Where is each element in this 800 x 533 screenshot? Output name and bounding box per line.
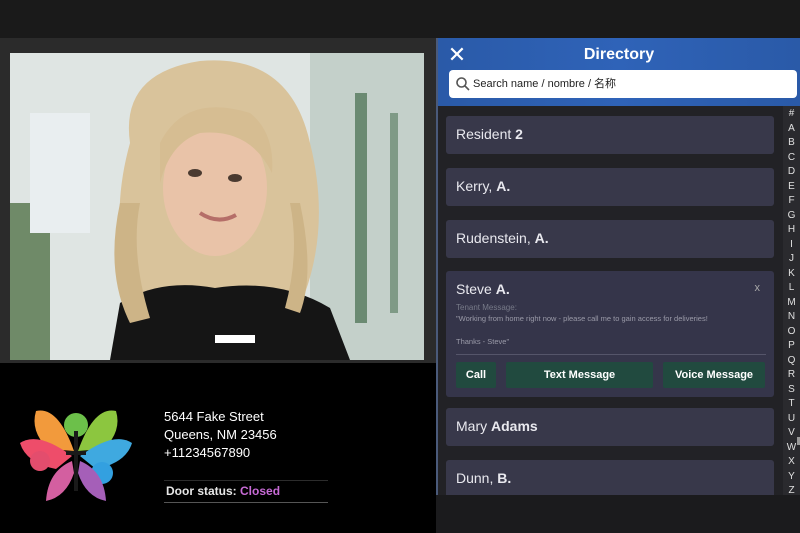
tenant-message-label: Tenant Message: — [456, 303, 517, 312]
alphabet-letter[interactable]: R — [783, 369, 800, 380]
alphabet-letter[interactable]: U — [783, 413, 800, 424]
alphabet-letter[interactable]: N — [783, 311, 800, 322]
tenant-message: "Working from home right now - please ca… — [456, 314, 708, 323]
directory-list: Resident 2 Kerry, A. Rudenstein, A. Stev… — [438, 106, 783, 495]
alphabet-letter[interactable]: E — [783, 181, 800, 192]
alphabet-letter[interactable]: T — [783, 398, 800, 409]
entry-name: Mary Adams — [456, 418, 538, 434]
door-status-label: Door status: — [166, 484, 237, 498]
footer-bar — [436, 495, 800, 533]
building-address: 5644 Fake Street Queens, NM 23456 +11234… — [164, 408, 277, 462]
search-input[interactable] — [473, 73, 791, 95]
alphabet-letter[interactable]: M — [783, 297, 800, 308]
alphabet-letter[interactable]: P — [783, 340, 800, 351]
alphabet-letter[interactable]: J — [783, 253, 800, 264]
alphabet-letter[interactable]: Q — [783, 355, 800, 366]
visitor-image — [10, 53, 424, 360]
alphabet-letter[interactable]: B — [783, 137, 800, 148]
alphabet-letter[interactable]: # — [783, 108, 800, 119]
directory-entry[interactable]: Kerry, A. — [446, 168, 774, 206]
collapse-entry-button[interactable]: x — [755, 282, 761, 294]
tenant-message-signature: Thanks - Steve" — [456, 337, 510, 346]
alphabet-letter[interactable]: A — [783, 123, 800, 134]
alphabet-letter[interactable]: K — [783, 268, 800, 279]
directory-entry-expanded[interactable]: Steve A. x Tenant Message: "Working from… — [446, 271, 774, 397]
voice-message-button[interactable]: Voice Message — [663, 362, 765, 388]
alphabet-letter[interactable]: C — [783, 152, 800, 163]
door-status: Door status: Closed — [164, 480, 328, 503]
building-info-panel: 5644 Fake Street Queens, NM 23456 +11234… — [0, 363, 436, 533]
alphabet-letter[interactable]: I — [783, 239, 800, 250]
alphabet-letter[interactable]: Y — [783, 471, 800, 482]
alphabet-letter[interactable]: F — [783, 195, 800, 206]
alphabet-letter[interactable]: O — [783, 326, 800, 337]
phone-number: +11234567890 — [164, 445, 251, 460]
search-icon — [456, 77, 470, 91]
text-message-button[interactable]: Text Message — [506, 362, 653, 388]
directory-panel: ✕ Directory Resident 2 Kerry, A. Rudenst… — [438, 38, 800, 495]
door-status-value: Closed — [240, 484, 281, 498]
entry-name: Steve A. — [456, 281, 510, 297]
entry-name: Resident 2 — [456, 126, 523, 142]
entry-name: Kerry, A. — [456, 178, 511, 194]
address-line-1: 5644 Fake Street — [164, 409, 264, 424]
alphabet-letter[interactable]: S — [783, 384, 800, 395]
video-frame — [0, 38, 436, 363]
directory-title: Directory — [583, 46, 655, 63]
entry-divider — [456, 354, 766, 355]
directory-entry[interactable]: Rudenstein, A. — [446, 220, 774, 258]
alphabet-letter[interactable]: Z — [783, 485, 800, 495]
call-button[interactable]: Call — [456, 362, 496, 388]
search-box[interactable] — [449, 70, 797, 98]
top-bar — [0, 0, 800, 38]
camera-panel: 5644 Fake Street Queens, NM 23456 +11234… — [0, 38, 436, 533]
alphabet-letter[interactable]: X — [783, 456, 800, 467]
alphabet-letter[interactable]: L — [783, 282, 800, 293]
butterfly-logo — [20, 410, 132, 501]
address-line-2: Queens, NM 23456 — [164, 427, 277, 442]
alphabet-letter[interactable]: H — [783, 224, 800, 235]
directory-header: ✕ Directory — [438, 38, 800, 106]
camera-video — [10, 53, 424, 360]
entry-name: Dunn, B. — [456, 470, 512, 486]
directory-entry[interactable]: Resident 2 — [446, 116, 774, 154]
alphabet-letter[interactable]: D — [783, 166, 800, 177]
entry-name: Rudenstein, A. — [456, 230, 549, 246]
directory-entry[interactable]: Dunn, B. — [446, 460, 774, 495]
alphabet-letter[interactable]: G — [783, 210, 800, 221]
directory-entry[interactable]: Mary Adams — [446, 408, 774, 446]
